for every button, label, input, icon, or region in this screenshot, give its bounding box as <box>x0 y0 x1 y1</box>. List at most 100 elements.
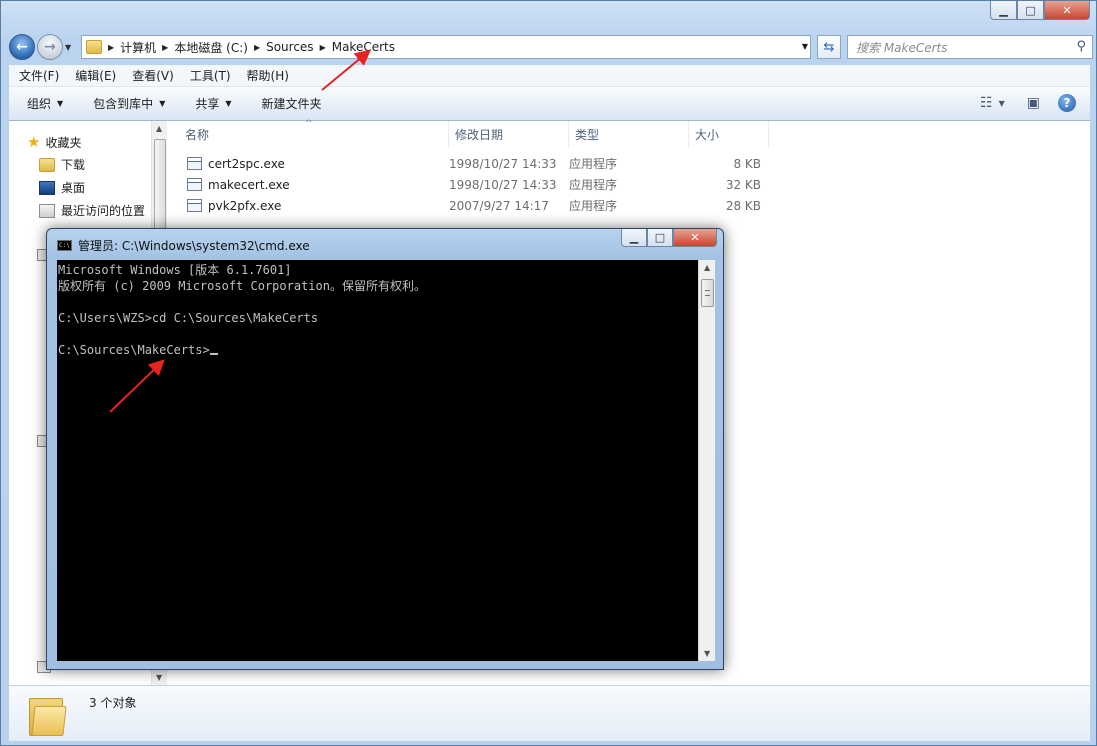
menu-tools[interactable]: 工具(T) <box>190 67 231 84</box>
console-prompt: C:\Sources\MakeCerts> <box>58 343 210 357</box>
file-name: pvk2pfx.exe <box>208 198 282 213</box>
forward-button[interactable]: → <box>37 34 63 60</box>
chevron-down-icon: ▼ <box>57 99 64 108</box>
scroll-down-icon[interactable]: ▼ <box>156 673 162 682</box>
share-label: 共享 <box>195 97 220 111</box>
include-library-button[interactable]: 包含到库中 ▼ <box>93 95 165 112</box>
minimize-icon: ▁ <box>999 3 1008 17</box>
view-options-icon[interactable]: ☷ <box>980 95 993 111</box>
forward-arrow-icon: → <box>44 39 56 55</box>
history-dropdown[interactable]: ▼ <box>65 43 77 52</box>
console-icon: C:\ <box>57 240 72 251</box>
back-button[interactable]: ← <box>9 34 35 60</box>
maximize-button[interactable]: □ <box>1017 1 1044 20</box>
cmd-maximize-button[interactable]: □ <box>647 229 673 247</box>
cmd-minimize-button[interactable]: ▁ <box>621 229 647 247</box>
chevron-right-icon[interactable]: ▶ <box>162 43 168 52</box>
column-headers: ^ 名称 修改日期 类型 大小 <box>169 119 769 147</box>
console-line: Microsoft Windows [版本 6.1.7601] <box>58 263 292 277</box>
new-folder-button[interactable]: 新建文件夹 <box>262 95 322 112</box>
recent-places-icon <box>39 203 55 218</box>
chevron-right-icon[interactable]: ▶ <box>254 43 260 52</box>
item-count: 3 个对象 <box>89 696 137 710</box>
preview-pane-icon[interactable]: ▣ <box>1027 95 1040 111</box>
explorer-titlebar[interactable]: ▁ □ ✕ <box>1 1 1096 31</box>
cmd-close-button[interactable]: ✕ <box>673 229 717 247</box>
chevron-down-icon[interactable]: ▼ <box>999 99 1005 108</box>
file-row[interactable]: cert2spc.exe 1998/10/27 14:33 应用程序 8 KB <box>169 153 761 174</box>
search-icon[interactable]: ⚲ <box>1076 39 1086 54</box>
details-pane: 3 个对象 <box>9 685 1090 741</box>
menu-file[interactable]: 文件(F) <box>19 67 59 84</box>
console-line: C:\Users\WZS>cd C:\Sources\MakeCerts <box>58 311 319 325</box>
nav-downloads[interactable]: 下载 <box>39 156 85 173</box>
menu-view[interactable]: 查看(V) <box>132 67 174 84</box>
breadcrumb-makecerts[interactable]: MakeCerts <box>332 40 395 54</box>
back-arrow-icon: ← <box>16 39 28 55</box>
address-dropdown-icon[interactable]: ▼ <box>802 42 808 51</box>
chevron-right-icon[interactable]: ▶ <box>320 43 326 52</box>
maximize-icon: □ <box>1025 3 1036 17</box>
breadcrumb-computer[interactable]: 计算机 <box>120 39 156 56</box>
include-library-label: 包含到库中 <box>93 97 154 111</box>
scroll-down-icon[interactable]: ▼ <box>704 649 710 658</box>
scroll-up-icon[interactable]: ▲ <box>156 124 162 133</box>
nav-favorites[interactable]: ★ 收藏夹 <box>27 133 81 151</box>
file-row[interactable]: pvk2pfx.exe 2007/9/27 14:17 应用程序 28 KB <box>169 195 761 216</box>
close-button[interactable]: ✕ <box>1044 1 1090 20</box>
column-date[interactable]: 修改日期 <box>449 121 569 147</box>
menu-edit[interactable]: 编辑(E) <box>75 67 116 84</box>
executable-icon <box>187 157 202 170</box>
console-line: 版权所有 (c) 2009 Microsoft Corporation。保留所有… <box>58 279 426 293</box>
file-type: 应用程序 <box>569 157 618 171</box>
text-cursor <box>209 353 218 355</box>
file-row[interactable]: makecert.exe 1998/10/27 14:33 应用程序 32 KB <box>169 174 761 195</box>
chevron-right-icon[interactable]: ▶ <box>108 43 114 52</box>
help-icon[interactable]: ? <box>1058 94 1076 112</box>
file-name: cert2spc.exe <box>208 156 285 171</box>
scroll-up-icon[interactable]: ▲ <box>704 263 710 272</box>
organize-button[interactable]: 组织 ▼ <box>27 95 63 112</box>
nav-recent[interactable]: 最近访问的位置 <box>39 202 145 219</box>
breadcrumb-sources[interactable]: Sources <box>266 40 313 54</box>
console-scrollbar[interactable]: ▲ ▼ <box>698 260 715 661</box>
share-button[interactable]: 共享 ▼ <box>195 95 231 112</box>
file-type: 应用程序 <box>569 178 618 192</box>
cmd-window-controls: ▁ □ ✕ <box>621 229 717 247</box>
breadcrumb-local-disk[interactable]: 本地磁盘 (C:) <box>174 39 248 56</box>
file-size: 28 KB <box>725 198 761 213</box>
executable-icon <box>187 178 202 191</box>
navigation-bar: ← → ▼ ▶ 计算机 ▶ 本地磁盘 (C:) ▶ Sources ▶ Make… <box>9 33 1093 61</box>
organize-label: 组织 <box>27 97 52 111</box>
chevron-down-icon: ▼ <box>159 99 166 108</box>
desktop-icon <box>39 180 55 195</box>
file-name: makecert.exe <box>208 177 290 192</box>
command-bar: 组织 ▼ 包含到库中 ▼ 共享 ▼ 新建文件夹 ☷ ▼ ▣ ? <box>9 87 1090 121</box>
column-size[interactable]: 大小 <box>689 121 769 147</box>
file-type: 应用程序 <box>569 199 618 213</box>
cmd-window[interactable]: C:\ 管理员: C:\Windows\system32\cmd.exe ▁ □… <box>46 228 724 670</box>
file-size: 32 KB <box>725 177 761 192</box>
cmd-title: 管理员: C:\Windows\system32\cmd.exe <box>78 239 310 253</box>
console-output[interactable]: Microsoft Windows [版本 6.1.7601] 版权所有 (c) … <box>57 260 698 661</box>
sort-ascending-icon: ^ <box>305 119 313 129</box>
cmd-titlebar[interactable]: C:\ 管理员: C:\Windows\system32\cmd.exe <box>57 237 310 254</box>
file-date: 2007/9/27 14:17 <box>449 198 549 213</box>
minimize-button[interactable]: ▁ <box>990 1 1017 20</box>
star-icon: ★ <box>27 133 41 151</box>
scroll-thumb[interactable] <box>701 279 714 307</box>
search-placeholder: 搜索 MakeCerts <box>856 40 948 55</box>
view-controls: ☷ ▼ ▣ ? <box>966 94 1076 112</box>
close-icon: ✕ <box>1062 3 1072 17</box>
column-type[interactable]: 类型 <box>569 121 689 147</box>
menu-help[interactable]: 帮助(H) <box>247 67 289 84</box>
downloads-folder-icon <box>39 157 55 172</box>
window-controls: ▁ □ ✕ <box>990 1 1090 20</box>
executable-icon <box>187 199 202 212</box>
nav-desktop[interactable]: 桌面 <box>39 179 85 196</box>
search-input[interactable]: 搜索 MakeCerts ⚲ <box>847 35 1093 59</box>
refresh-button[interactable]: ⇆ <box>817 35 841 59</box>
file-date: 1998/10/27 14:33 <box>449 156 557 171</box>
address-bar[interactable]: ▶ 计算机 ▶ 本地磁盘 (C:) ▶ Sources ▶ MakeCerts … <box>81 35 811 59</box>
